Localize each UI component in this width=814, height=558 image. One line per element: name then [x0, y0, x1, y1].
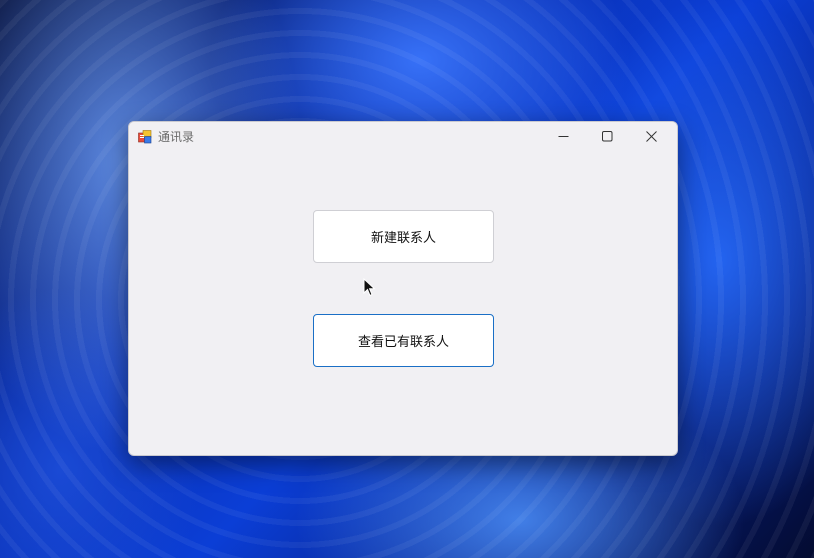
desktop-wallpaper: 通讯录 新建联系人 查看已有联系人	[0, 0, 814, 558]
mouse-cursor-icon	[363, 277, 377, 298]
minimize-icon	[558, 127, 569, 146]
client-area: 新建联系人 查看已有联系人	[129, 150, 677, 455]
maximize-icon	[601, 127, 613, 146]
close-button[interactable]	[629, 122, 673, 150]
new-contact-button[interactable]: 新建联系人	[313, 210, 494, 263]
minimize-button[interactable]	[541, 122, 585, 150]
app-window: 通讯录 新建联系人 查看已有联系人	[128, 121, 678, 456]
close-icon	[645, 127, 657, 146]
maximize-button[interactable]	[585, 122, 629, 150]
app-icon	[138, 129, 152, 144]
view-contacts-button[interactable]: 查看已有联系人	[313, 314, 494, 367]
title-bar[interactable]: 通讯录	[129, 122, 677, 150]
window-title: 通讯录	[158, 130, 195, 144]
